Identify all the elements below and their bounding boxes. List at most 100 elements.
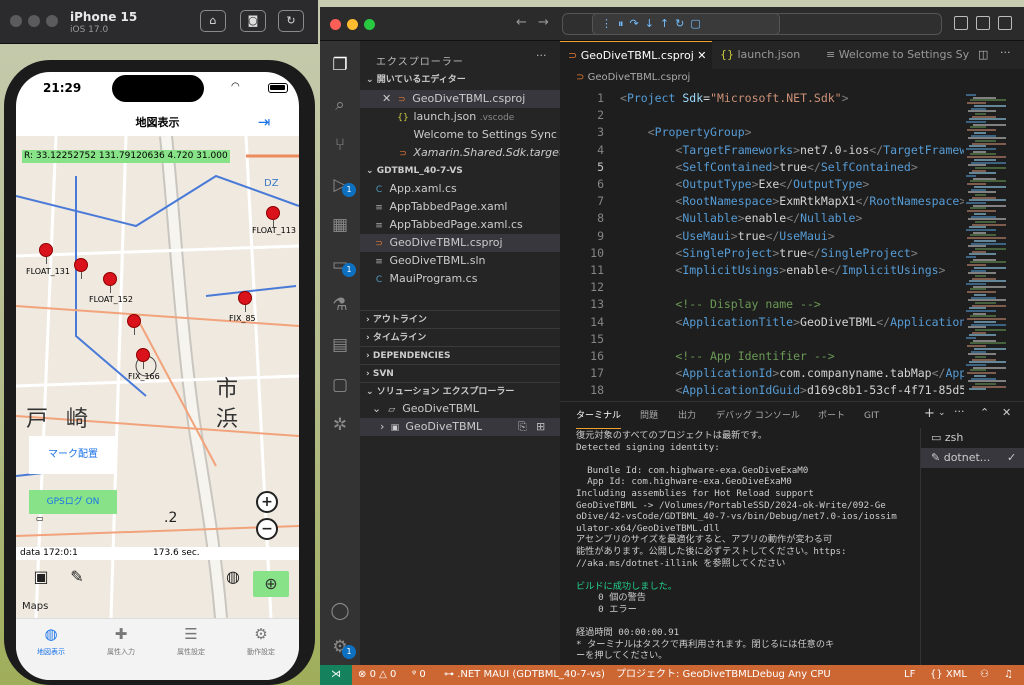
- tab-behavior-settings[interactable]: ⚙ 動作設定: [228, 625, 294, 657]
- panel-tab-output[interactable]: 出力: [678, 404, 696, 428]
- explorer-icon[interactable]: ❐: [328, 53, 352, 77]
- source-control-icon[interactable]: ⑂: [328, 133, 352, 157]
- dependencies-section[interactable]: › DEPENDENCIES: [360, 346, 560, 364]
- map-pin[interactable]: [39, 243, 53, 264]
- folder-header[interactable]: ⌄ GDTBML_40-7-VS: [360, 162, 560, 180]
- mark-place-button[interactable]: マーク配置: [29, 436, 117, 474]
- panel-tab-ports[interactable]: ポート: [818, 404, 845, 428]
- more-actions-icon[interactable]: ···: [536, 49, 547, 62]
- minimap-line: [973, 123, 1006, 126]
- docker-icon[interactable]: ▤: [328, 333, 352, 357]
- kubernetes-icon[interactable]: ✲: [328, 413, 352, 437]
- map-pin[interactable]: [127, 314, 141, 335]
- file-item[interactable]: ⊃ GeoDiveTBML.csproj: [360, 234, 560, 252]
- more-actions-icon[interactable]: ···: [954, 405, 965, 418]
- close-window-button[interactable]: [330, 19, 341, 30]
- rotate-icon[interactable]: ↻: [278, 10, 304, 32]
- minimap[interactable]: [964, 90, 1016, 401]
- svn-section[interactable]: › SVN: [360, 364, 560, 382]
- project-item[interactable]: › ▣ GeoDiveTBML ⎘ ⊞: [360, 418, 560, 436]
- editor-tab-csproj[interactable]: ⊃ GeoDiveTBML.csproj ✕: [560, 41, 712, 69]
- maui-status[interactable]: ⊶ .NET MAUI (GDTBML_40-7-vs): [444, 665, 605, 685]
- breadcrumb[interactable]: ⊃ GeoDiveTBML.csproj: [576, 69, 690, 87]
- map-pin[interactable]: [238, 291, 252, 312]
- account-icon[interactable]: ◯: [328, 599, 352, 623]
- config-status[interactable]: Debug Any CPU: [752, 665, 831, 685]
- debug-toolbar[interactable]: ⋮⏸↷↓↑↻▢: [592, 13, 780, 35]
- remote-icon[interactable]: ⋊: [320, 665, 352, 685]
- zoom-window-button[interactable]: [364, 19, 375, 30]
- map-pin[interactable]: [103, 272, 117, 293]
- file-item[interactable]: C App.xaml.cs: [360, 180, 560, 198]
- close-panel-icon[interactable]: ✕: [1002, 406, 1011, 419]
- editor-tab-welcome[interactable]: ≡ Welcome to Settings Sync: [818, 41, 970, 69]
- forward-arrow-icon[interactable]: →: [538, 15, 549, 30]
- timeline-section[interactable]: › タイムライン: [360, 328, 560, 346]
- solution-item[interactable]: ⌄ ▱ GeoDiveTBML: [360, 400, 560, 418]
- chevron-down-icon[interactable]: ⌄: [938, 408, 946, 418]
- language-status[interactable]: {} XML: [930, 665, 967, 685]
- minimize-window-button[interactable]: [347, 19, 358, 30]
- open-editors-header[interactable]: ⌄ 開いているエディター: [360, 71, 560, 89]
- folder-icon[interactable]: ▢: [328, 373, 352, 397]
- minimap-line: [970, 180, 1006, 183]
- panel-tab-git[interactable]: GIT: [864, 404, 879, 428]
- more-actions-icon[interactable]: ···: [1000, 46, 1011, 59]
- map-pin[interactable]: [136, 348, 150, 369]
- broom-icon[interactable]: ✎: [64, 564, 90, 590]
- zoom-out-button[interactable]: −: [256, 518, 278, 540]
- extensions-icon[interactable]: ▦: [328, 213, 352, 237]
- errors-status[interactable]: ⊗ 0 △ 0: [358, 665, 396, 685]
- toggle-secondary-sidebar-icon[interactable]: [998, 16, 1012, 30]
- copilot-icon[interactable]: ⚇: [980, 665, 989, 685]
- code-view[interactable]: 1 <Project Sdk="Microsoft.NET.Sdk"> 2 3 <Pr…: [560, 90, 964, 401]
- panel-tab-terminal[interactable]: ターミナル: [576, 404, 622, 429]
- terminal-item-dotnet[interactable]: ✎ dotnet... ✓: [921, 448, 1024, 468]
- map-pin[interactable]: [74, 258, 88, 279]
- map-view[interactable]: 戸 崎 市 浜 R: 33.12252752 131.79120636 4.72…: [16, 136, 299, 618]
- open-editor-item[interactable]: ✕ ⊃ GeoDiveTBML.csproj: [360, 90, 560, 108]
- split-editor-icon[interactable]: ◫: [978, 48, 988, 61]
- tab-attribute-input[interactable]: ✚ 属性入力: [88, 625, 154, 657]
- open-editor-item[interactable]: Welcome to Settings Sync: [360, 126, 560, 144]
- minimize-window-button[interactable]: [28, 15, 40, 27]
- ports-status[interactable]: ᵠ 0: [412, 665, 426, 685]
- file-item[interactable]: ≡ AppTabbedPage.xaml: [360, 198, 560, 216]
- toggle-sidebar-icon[interactable]: [954, 16, 968, 30]
- outline-section[interactable]: › アウトライン: [360, 310, 560, 328]
- home-icon[interactable]: ⌂: [200, 10, 226, 32]
- notifications-icon[interactable]: ♫: [1004, 665, 1013, 685]
- file-item[interactable]: ≡ AppTabbedPage.xaml.cs: [360, 216, 560, 234]
- crosshair-icon[interactable]: ⊕: [253, 571, 289, 597]
- zoom-in-button[interactable]: +: [256, 491, 278, 513]
- file-item[interactable]: C MauiProgram.cs: [360, 270, 560, 288]
- editor-tab-launch[interactable]: {} launch.json: [712, 41, 818, 69]
- project-status[interactable]: プロジェクト: GeoDiveTBML: [616, 665, 752, 685]
- back-arrow-icon[interactable]: ←: [516, 15, 527, 30]
- terminal-output[interactable]: 復元対象のすべてのプロジェクトは最新です。 Detected signing id…: [576, 430, 916, 666]
- map-pin[interactable]: [266, 206, 280, 227]
- testing-icon[interactable]: ⚗: [328, 293, 352, 317]
- globe-icon[interactable]: ◍: [220, 564, 246, 590]
- tab-attribute-settings[interactable]: ☰ 属性設定: [158, 625, 224, 657]
- new-terminal-icon[interactable]: +: [924, 406, 935, 421]
- maximize-panel-icon[interactable]: ⌃: [980, 406, 989, 419]
- exit-icon[interactable]: ⇥: [252, 110, 276, 134]
- gps-log-button[interactable]: GPSログ ON: [29, 490, 117, 514]
- toggle-panel-icon[interactable]: [976, 16, 990, 30]
- tab-map-view[interactable]: ◍ 地図表示: [18, 625, 84, 657]
- open-editor-item[interactable]: ⊃ Xamarin.Shared.Sdk.targets...: [360, 144, 560, 162]
- panel-tab-debug-console[interactable]: デバッグ コンソール: [716, 404, 800, 428]
- close-window-button[interactable]: [10, 15, 22, 27]
- open-editor-item[interactable]: {} launch.json .vscode: [360, 108, 560, 126]
- minimap-line: [975, 139, 996, 142]
- search-icon[interactable]: ⌕: [328, 93, 352, 117]
- zoom-window-button[interactable]: [46, 15, 58, 27]
- panel-tab-problems[interactable]: 問題: [640, 404, 658, 428]
- solution-explorer-section[interactable]: ⌄ ソリューション エクスプローラー: [360, 382, 560, 400]
- file-item[interactable]: ≡ GeoDiveTBML.sln: [360, 252, 560, 270]
- save-icon[interactable]: ▣: [28, 564, 54, 590]
- eol-status[interactable]: LF: [904, 665, 915, 685]
- terminal-item-zsh[interactable]: ▭ zsh: [921, 428, 1024, 448]
- screenshot-icon[interactable]: ◙: [240, 10, 266, 32]
